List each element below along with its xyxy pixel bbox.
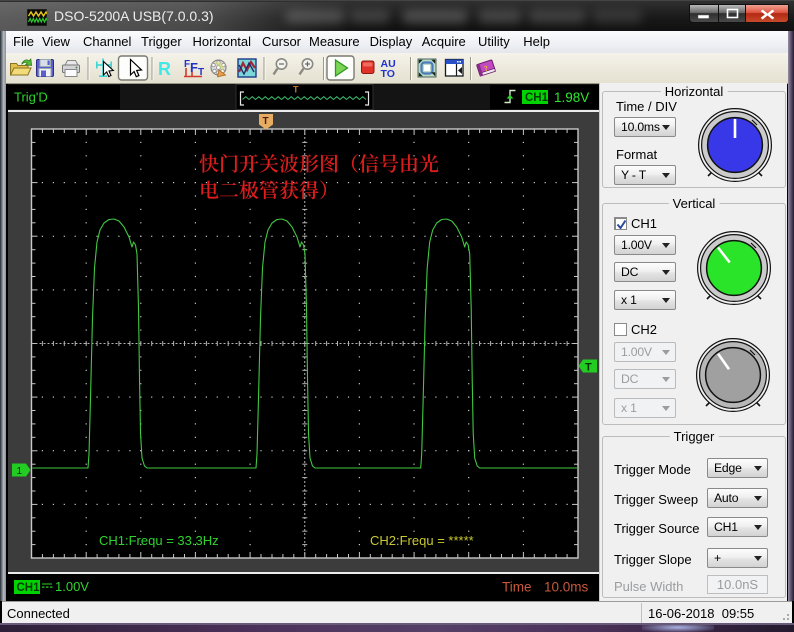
svg-text:T: T — [585, 362, 592, 374]
svg-text:R: R — [158, 59, 171, 79]
svg-text:T: T — [293, 85, 299, 95]
svg-text:CH1:Frequ = 33.3Hz: CH1:Frequ = 33.3Hz — [99, 533, 219, 548]
svg-text:1: 1 — [17, 466, 23, 477]
svg-text:1.98V: 1.98V — [554, 90, 589, 105]
svg-text:CH1: CH1 — [17, 582, 41, 594]
svg-text:1.00V: 1.00V — [55, 579, 89, 594]
svg-text:T: T — [263, 116, 269, 127]
svg-text:Time: Time — [502, 580, 532, 595]
svg-text:TO: TO — [381, 68, 395, 80]
svg-text:Trig'D: Trig'D — [14, 90, 48, 105]
svg-text:10.0ms: 10.0ms — [544, 580, 589, 595]
svg-text:CH2:Frequ = *****: CH2:Frequ = ***** — [370, 533, 474, 548]
svg-text:CH1: CH1 — [525, 92, 549, 104]
